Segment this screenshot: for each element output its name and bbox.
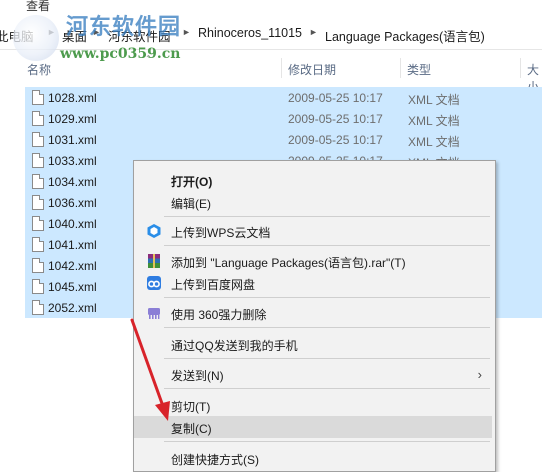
column-divider[interactable] [520, 58, 521, 78]
menu-item-create-shortcut[interactable]: 创建快捷方式(S) [134, 447, 492, 469]
xml-file-icon [32, 237, 44, 252]
menu-divider [164, 327, 490, 328]
column-divider[interactable] [281, 58, 282, 78]
menu-divider [164, 245, 490, 246]
xml-file-icon [32, 258, 44, 273]
xml-file-icon [32, 111, 44, 126]
xml-file-icon [32, 195, 44, 210]
file-name: 1033.xml [48, 154, 97, 168]
menu-item-label: 通过QQ发送到我的手机 [171, 339, 298, 353]
breadcrumb-separator-icon[interactable]: ► [309, 27, 318, 37]
breadcrumb-current[interactable]: Language Packages(语言包) [325, 26, 485, 45]
menu-divider [164, 297, 490, 298]
xml-file-icon [32, 153, 44, 168]
menu-divider [164, 441, 490, 442]
file-name: 1029.xml [48, 112, 97, 126]
file-name: 1028.xml [48, 91, 97, 105]
annotation-arrow-icon [130, 318, 170, 421]
file-date: 2009-05-25 10:17 [288, 112, 383, 126]
menu-item-open[interactable]: 打开(O) [134, 169, 492, 191]
menu-item-edit[interactable]: 编辑(E) [134, 191, 492, 213]
column-divider[interactable] [400, 58, 401, 78]
menu-item-360-shred[interactable]: 使用 360强力删除 [134, 302, 492, 324]
breadcrumb-rhinoceros[interactable]: Rhinoceros_11015 [198, 26, 302, 40]
column-header: ⌃ 名称 修改日期 类型 大小 [0, 54, 542, 94]
menu-divider [164, 358, 490, 359]
file-row[interactable]: 1029.xml 2009-05-25 10:17 XML 文档 [25, 108, 542, 129]
submenu-chevron-icon: › [477, 367, 482, 382]
file-name: 1041.xml [48, 238, 97, 252]
file-name: 1042.xml [48, 259, 97, 273]
file-date: 2009-05-25 10:17 [288, 133, 383, 147]
menu-item-label: 上传到WPS云文档 [171, 226, 271, 240]
column-type[interactable]: 类型 [407, 61, 431, 78]
file-type: XML 文档 [408, 135, 460, 149]
xml-file-icon [32, 300, 44, 315]
sort-ascending-icon: ⌃ [145, 54, 152, 63]
menu-view[interactable]: 查看 [26, 0, 50, 14]
menu-item-label: 使用 360强力删除 [171, 308, 267, 322]
file-name: 2052.xml [48, 301, 97, 315]
menu-item-label: 编辑(E) [171, 197, 211, 211]
menu-item-baidu-upload[interactable]: 上传到百度网盘 [134, 272, 492, 294]
menu-item-cut[interactable]: 剪切(T) [134, 394, 492, 416]
menu-item-label: 打开(O) [171, 175, 213, 189]
file-name: 1045.xml [48, 280, 97, 294]
xml-file-icon [32, 174, 44, 189]
breadcrumb-separator-icon[interactable]: ► [182, 27, 191, 37]
file-date: 2009-05-25 10:17 [288, 91, 383, 105]
xml-file-icon [32, 216, 44, 231]
menu-item-label: 添加到 "Language Packages(语言包).rar"(T) [171, 256, 406, 270]
xml-file-icon [32, 279, 44, 294]
xml-file-icon [32, 132, 44, 147]
winrar-icon [146, 253, 162, 269]
menu-item-qq-send[interactable]: 通过QQ发送到我的手机 [134, 333, 492, 355]
file-type: XML 文档 [408, 93, 460, 107]
file-row[interactable]: 1028.xml 2009-05-25 10:17 XML 文档 [25, 87, 542, 108]
file-name: 1036.xml [48, 196, 97, 210]
context-menu: 打开(O) 编辑(E) 上传到WPS云文档 添加到 "Language Pack… [133, 160, 496, 472]
xml-file-icon [32, 90, 44, 105]
file-row[interactable]: 1031.xml 2009-05-25 10:17 XML 文档 [25, 129, 542, 150]
file-type: XML 文档 [408, 114, 460, 128]
menu-divider [164, 388, 490, 389]
file-name: 1034.xml [48, 175, 97, 189]
column-name[interactable]: 名称 [27, 61, 51, 78]
watermark-title: 河东软件园 [66, 14, 182, 40]
menu-item-copy[interactable]: 复制(C) [134, 416, 492, 438]
menu-item-wps-upload[interactable]: 上传到WPS云文档 [134, 220, 492, 242]
file-name: 1031.xml [48, 133, 97, 147]
baidu-netdisk-icon [146, 275, 162, 291]
menu-item-label: 上传到百度网盘 [171, 278, 256, 292]
file-name: 1040.xml [48, 217, 97, 231]
column-date[interactable]: 修改日期 [288, 61, 336, 78]
wps-cloud-icon [146, 223, 162, 239]
menu-item-send-to[interactable]: 发送到(N) › [134, 363, 492, 385]
menu-divider [164, 216, 490, 217]
menu-item-add-to-archive[interactable]: 添加到 "Language Packages(语言包).rar"(T) [134, 250, 492, 272]
